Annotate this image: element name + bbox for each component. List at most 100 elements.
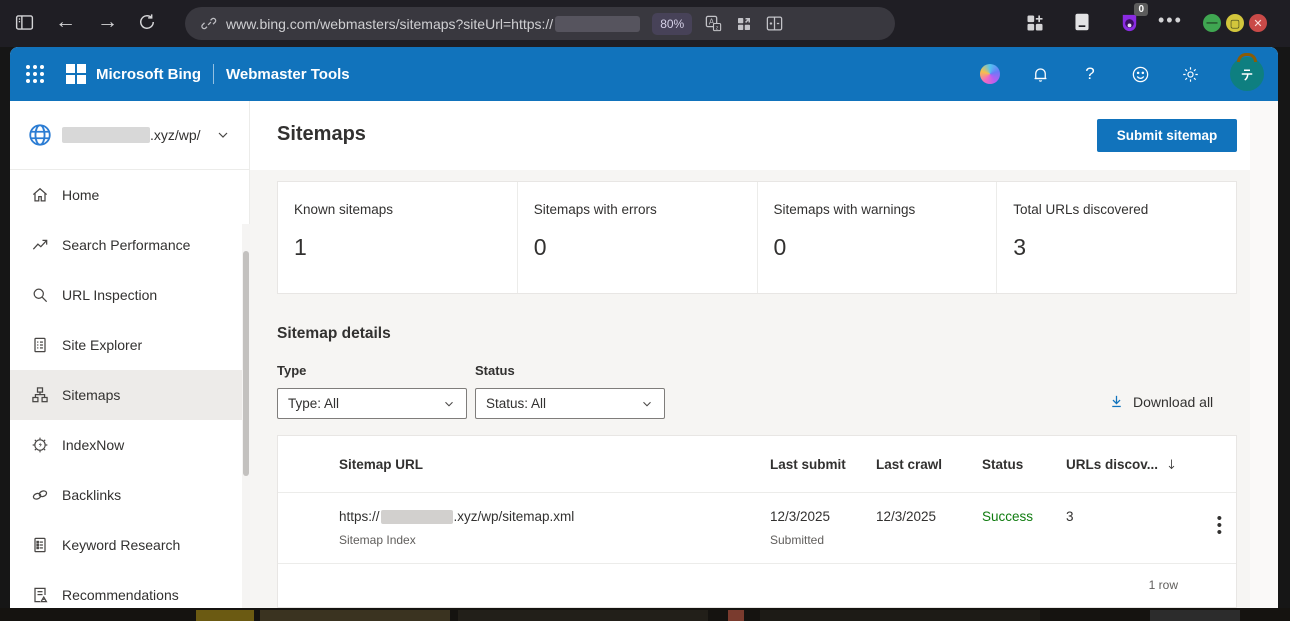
redacted-site-name — [62, 127, 150, 143]
col-sitemap-url[interactable]: Sitemap URL — [339, 457, 423, 472]
sidebar-item-keyword-research[interactable]: Keyword Research — [10, 520, 249, 570]
download-icon — [1108, 393, 1125, 410]
app-header: Microsoft Bing Webmaster Tools ? — [10, 47, 1278, 101]
sidebar: .xyz/wp/ Home Search Performance URL Ins… — [10, 101, 250, 608]
urls-discovered-cell: 3 — [1066, 509, 1074, 524]
sidebar-toggle-icon[interactable] — [14, 12, 35, 33]
col-urls-discovered[interactable]: URLs discov... — [1066, 457, 1179, 472]
sort-descending-icon — [1164, 457, 1179, 472]
microsoft-logo — [66, 64, 86, 84]
redacted-url-segment — [555, 16, 640, 32]
sidebar-item-search-performance[interactable]: Search Performance — [10, 220, 249, 270]
stat-sitemaps-with-errors: Sitemaps with errors 0 — [518, 182, 758, 293]
chevron-down-icon — [442, 397, 456, 411]
sitemaps-table: Sitemap URL Last submit Last crawl Statu… — [277, 435, 1237, 608]
svg-text:z: z — [716, 25, 719, 31]
site-explorer-icon — [30, 335, 50, 355]
table-footer: 1 row — [278, 564, 1236, 608]
home-icon — [30, 185, 50, 205]
recommendations-icon — [30, 585, 50, 605]
sidebar-item-backlinks[interactable]: Backlinks — [10, 470, 249, 520]
sidebar-item-url-inspection[interactable]: URL Inspection — [10, 270, 249, 320]
forward-button[interactable]: → — [97, 11, 118, 32]
avatar[interactable] — [1230, 57, 1264, 91]
window-close-button[interactable]: ✕ — [1249, 14, 1267, 32]
row-menu-kebab-icon[interactable]: ••• — [1217, 515, 1222, 536]
sitemap-type-label: Sitemap Index — [339, 533, 416, 547]
sidebar-item-site-explorer[interactable]: Site Explorer — [10, 320, 249, 370]
trend-arrow-icon — [30, 235, 50, 255]
avatar-glyph-te — [1238, 65, 1256, 83]
download-all-button[interactable]: Download all — [1108, 393, 1213, 410]
desktop-background-strip — [0, 608, 1290, 621]
split-view-icon[interactable] — [765, 14, 784, 33]
sitemap-icon — [30, 385, 50, 405]
stat-sitemaps-with-warnings: Sitemaps with warnings 0 — [758, 182, 998, 293]
col-last-submit[interactable]: Last submit — [770, 457, 846, 472]
extension-badge: 0 — [1134, 3, 1148, 16]
brand-divider — [213, 64, 214, 84]
window-minimize-button[interactable]: — — [1203, 14, 1221, 32]
chevron-down-icon — [215, 127, 231, 143]
col-last-crawl[interactable]: Last crawl — [876, 457, 942, 472]
main-content: Sitemaps Submit sitemap Known sitemaps 1… — [250, 101, 1250, 608]
submit-sitemap-button[interactable]: Submit sitemap — [1097, 119, 1237, 152]
last-crawl-cell: 12/3/2025 — [876, 509, 936, 524]
redacted-url-segment — [381, 510, 453, 524]
browser-menu-icon[interactable]: ••• — [1158, 10, 1183, 31]
backlinks-icon — [30, 485, 50, 505]
url-bar[interactable]: www.bing.com/webmasters/sitemaps?siteUrl… — [185, 7, 895, 40]
notifications-bell-icon[interactable] — [1030, 64, 1050, 84]
translate-icon[interactable]: A z — [704, 14, 723, 33]
sidebar-item-recommendations[interactable]: Recommendations — [10, 570, 249, 608]
col-status[interactable]: Status — [982, 457, 1023, 472]
last-submit-cell: 12/3/2025 — [770, 509, 830, 524]
sidebar-item-sitemaps[interactable]: Sitemaps — [10, 370, 249, 420]
tab-grid-icon[interactable] — [735, 15, 753, 33]
sidebar-item-indexnow[interactable]: IndexNow — [10, 420, 249, 470]
section-heading: Sitemap details — [277, 325, 391, 343]
site-selector[interactable]: .xyz/wp/ — [10, 101, 249, 170]
site-domain: .xyz/wp/ — [150, 127, 201, 143]
zoom-level-badge[interactable]: 80% — [652, 13, 692, 35]
status-filter-dropdown[interactable]: Status: All — [475, 388, 665, 419]
back-button[interactable]: ← — [55, 11, 76, 32]
indexnow-gear-icon — [30, 435, 50, 455]
type-filter-dropdown[interactable]: Type: All — [277, 388, 467, 419]
status-filter-label: Status — [475, 363, 515, 378]
copilot-icon[interactable] — [980, 64, 1000, 84]
sitemap-url-cell: https:// .xyz/wp/sitemap.xml — [339, 509, 574, 524]
type-filter-label: Type — [277, 363, 306, 378]
page-title: Sitemaps — [277, 123, 366, 146]
screen: ← → www.bing.com/webmasters/sitemaps?sit… — [0, 0, 1290, 621]
product-name: Webmaster Tools — [226, 66, 350, 83]
chevron-down-icon — [640, 397, 654, 411]
help-icon[interactable]: ? — [1080, 64, 1100, 84]
link-icon — [201, 15, 218, 32]
stat-known-sitemaps: Known sitemaps 1 — [278, 182, 518, 293]
waffle-icon[interactable] — [26, 65, 44, 83]
globe-icon — [27, 122, 53, 148]
feedback-smiley-icon[interactable] — [1130, 64, 1150, 84]
keyword-research-icon — [30, 535, 50, 555]
browser-toolbar: ← → www.bing.com/webmasters/sitemaps?sit… — [0, 0, 1290, 47]
table-row[interactable]: https:// .xyz/wp/sitemap.xml Sitemap Ind… — [278, 493, 1236, 564]
webpage: Microsoft Bing Webmaster Tools ? — [10, 47, 1278, 608]
sidebar-scrollbar-thumb[interactable] — [243, 251, 249, 476]
stats-card: Known sitemaps 1 Sitemaps with errors 0 … — [277, 181, 1237, 294]
submit-note: Submitted — [770, 533, 824, 547]
magnifier-icon — [30, 285, 50, 305]
window-maximize-button[interactable]: ▢ — [1226, 14, 1244, 32]
row-count: 1 row — [1149, 578, 1178, 592]
extensions-icon[interactable] — [1025, 13, 1045, 33]
url-text: www.bing.com/webmasters/sitemaps?siteUrl… — [226, 16, 553, 32]
avatar-decoration — [1237, 53, 1257, 62]
page-header: Sitemaps Submit sitemap — [250, 101, 1250, 170]
reload-button[interactable] — [137, 12, 157, 32]
table-header-row: Sitemap URL Last submit Last crawl Statu… — [278, 436, 1236, 493]
document-icon[interactable] — [1072, 12, 1092, 32]
settings-gear-icon[interactable] — [1180, 64, 1200, 84]
adblock-extension-icon[interactable]: 0 — [1118, 11, 1141, 39]
sidebar-item-home[interactable]: Home — [10, 170, 249, 220]
stat-total-urls-discovered: Total URLs discovered 3 — [997, 182, 1236, 293]
